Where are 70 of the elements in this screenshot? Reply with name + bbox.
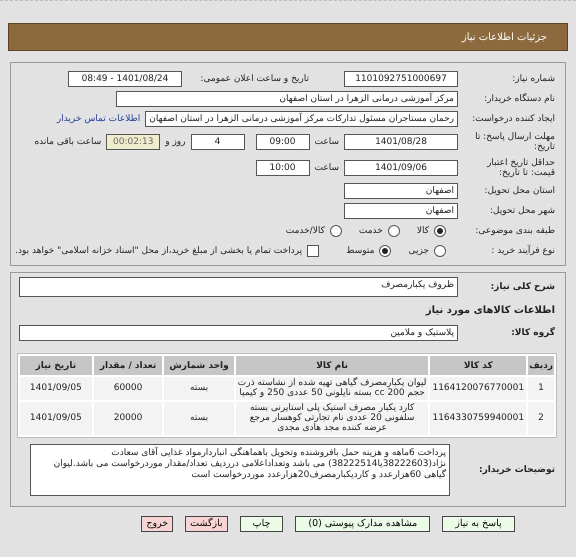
remaining-time-field: 00:02:13 (106, 134, 160, 150)
field-label: توضیحات خریدار: (478, 464, 555, 475)
table-cell: بسته (164, 377, 234, 400)
field-label: تاریخ و ساعت اعلان عمومی: (199, 74, 309, 84)
table-cell: لیوان یکبارمصرف گیاهی تهیه شده از نشاسته ذرت حجم 200 cc بسته نایلونی 50 عددی 250 و کیمیا (236, 377, 428, 400)
action-button[interactable]: خروج (141, 516, 174, 532)
action-button[interactable]: پاسخ به نیاز (442, 516, 515, 532)
field-label: شهر محل تحویل: (488, 206, 555, 216)
need-number-field: 1101092751000697 (344, 71, 458, 87)
field-label: شماره نیاز: (511, 74, 555, 84)
table-cell: 1401/09/05 (20, 402, 92, 435)
action-button[interactable]: مشاهده مدارک پیوستی (0) (295, 516, 430, 532)
goods-group-field: پلاستیک و ملامین (19, 325, 458, 341)
field-label: نام دستگاه خریدار: (483, 94, 555, 104)
buyer-contact-link[interactable]: اطلاعات تماس خریدار (56, 114, 140, 124)
validity-date-field: 1401/09/06 (344, 160, 458, 176)
radio-label: کالا/خدمت (286, 226, 325, 236)
field-label: ساعت باقی مانده (34, 137, 102, 147)
table-cell: 2 (528, 402, 554, 435)
field-label: گروه کالا: (510, 328, 555, 338)
column-header: نام کالا (236, 356, 428, 375)
radio-label: خدمت (358, 226, 383, 236)
city-field: اصفهان (344, 203, 458, 219)
checkbox[interactable] (307, 245, 320, 257)
field-label: طبقه بندی موضوعی: (474, 226, 555, 236)
field-label: مهلت ارسال پاسخ: تا تاریخ: (474, 132, 555, 152)
radio-label: متوسط (346, 246, 374, 256)
province-field: اصفهان (344, 183, 458, 199)
creator-field: رحمان مستاجران مسئول تدارکات مرکز آموزشی درمانی الزهرا در استان اصفهان (145, 111, 458, 127)
days-field: 4 (190, 134, 244, 150)
field-label: استان محل تحویل: (483, 186, 555, 196)
deadline-date-field: 1401/08/28 (344, 134, 458, 150)
radio-button[interactable] (434, 225, 446, 237)
table-cell: 1 (528, 377, 554, 400)
column-header: کد کالا (430, 356, 526, 375)
buyer-notes-field: پرداخت 6ماهه و هزینه حمل بافروشنده وتحویل باهماهنگی انباردارمواد غذایی آقای سعادت نژاد(38222603یا38222514) می باشد وتعداداعلامی درردیف تعداد/مقدار موردرخواست می باشد.لیوان گیاهی 60هزارعدد و کاردیکبارمصرف20هزارعدد موردرخواست است (30, 444, 450, 496)
field-label: شرح کلی نیاز: (490, 282, 555, 292)
table-cell: کارد یکبار مصرف استیک پلی استایرنی بسته سلفونی 20 عددی نام تجارتی کوهسار مرجع عرضه کننده مجد هادی مجدی (236, 402, 428, 435)
buyer-field: مرکز آموزشی درمانی الزهرا در استان اصفهان (116, 91, 458, 107)
table-cell: 1164120076770001 (430, 377, 526, 400)
radio-button[interactable] (379, 245, 392, 257)
table-cell: 1401/09/05 (20, 377, 92, 400)
checkbox-label: پرداخت تمام یا بخشی از مبلغ خرید،از محل "اسناد خزانه اسلامی" خواهد بود. (15, 246, 302, 256)
field-label: حداقل تاریخ اعتبار قیمت: تا تاریخ: (486, 158, 555, 178)
radio-button[interactable] (330, 225, 342, 237)
deadline-time-field: 09:00 (256, 134, 310, 150)
radio-label: کالا (416, 226, 429, 236)
table-cell: بسته (164, 402, 234, 435)
radio-button[interactable] (388, 225, 400, 237)
section-title: اطلاعات کالاهای مورد نیاز (426, 304, 555, 316)
action-button[interactable]: بازگشت (185, 516, 228, 532)
announce-date-field: 1401/08/24 - 08:49 (68, 71, 182, 87)
action-button[interactable]: چاپ (240, 516, 284, 532)
table-cell: 20000 (94, 402, 162, 435)
column-header: تعداد / مقدار (94, 356, 162, 375)
column-header: ردیف (528, 356, 554, 375)
radio-button[interactable] (434, 245, 446, 257)
table-cell: 60000 (94, 377, 162, 400)
table-cell: 1164330759940001 (430, 402, 526, 435)
field-label: ایجاد کننده درخواست: (471, 114, 555, 124)
radio-label: جزیی (408, 246, 429, 256)
field-label: نوع فرآیند خرید : (490, 246, 555, 256)
header-title: جزئیات اطلاعات نیاز (462, 32, 547, 42)
field-label: ساعت (314, 137, 339, 147)
description-field: ظروف یکبارمصرف (19, 277, 458, 297)
column-header: واحد شمارش (164, 356, 234, 375)
column-header: تاریخ نیاز (20, 356, 92, 375)
validity-time-field: 10:00 (256, 160, 310, 176)
field-label: ساعت (314, 163, 339, 173)
field-label: روز و (165, 137, 186, 147)
